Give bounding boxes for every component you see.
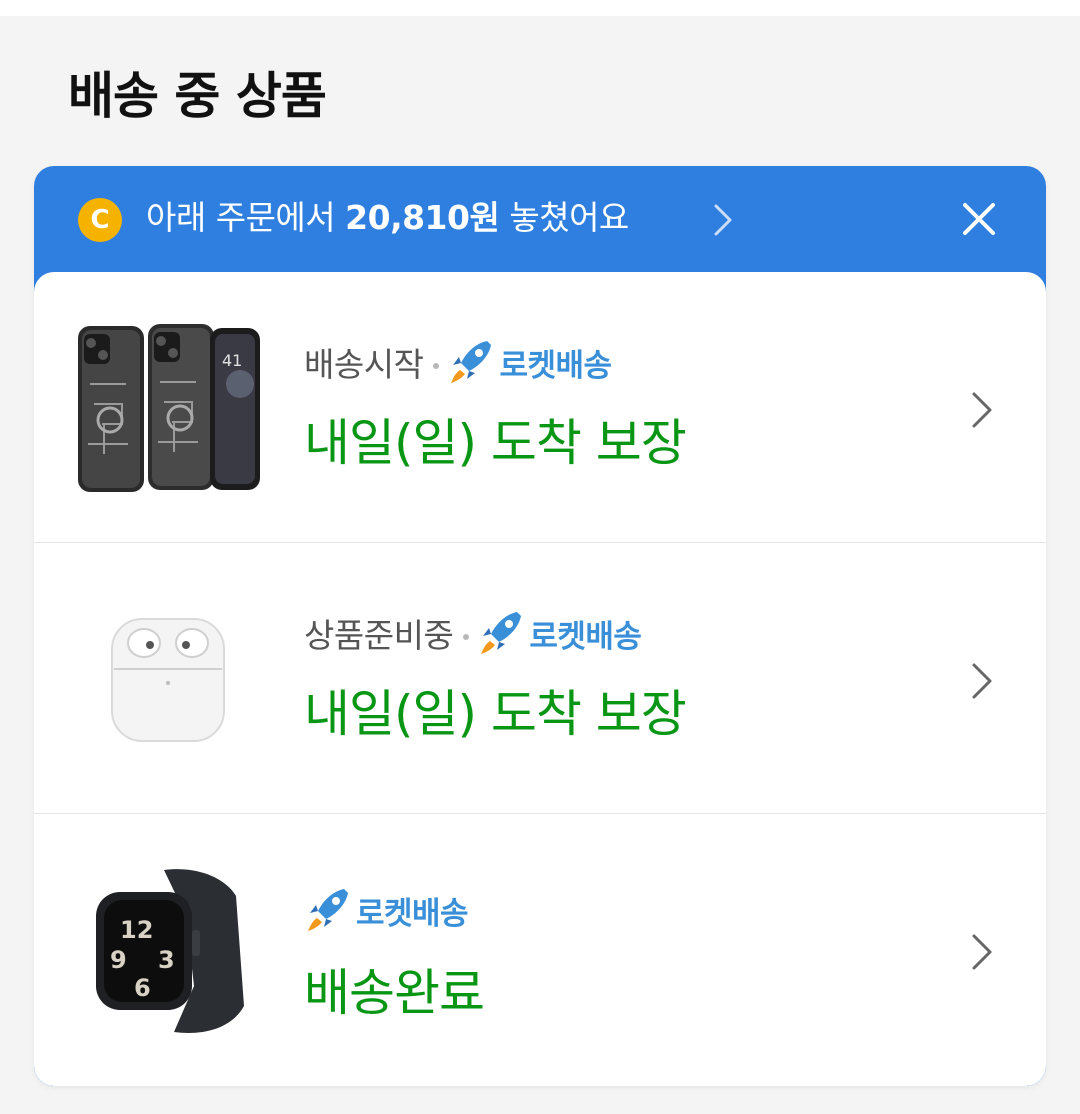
chevron-right-icon [714,204,732,236]
svg-text:6: 6 [134,974,151,1002]
rocket-delivery-label: 로켓배송 [499,347,612,384]
chevron-right-icon [972,392,992,428]
missed-savings-text: 아래 주문에서 20,810원 놓쳤어요 [146,198,629,237]
rocket-icon [451,341,492,383]
phone-case-thumbnail: 41 [78,324,260,492]
top-strip [0,0,1080,16]
rocket-delivery-label: 로켓배송 [529,618,642,655]
separator-dot [463,634,470,640]
order-item[interactable]: 상품준비중 로켓배송 내일(일) 도착 보장 [34,543,1046,813]
arrival-guarantee: 내일(일) 도착 보장 [304,414,687,472]
close-icon[interactable] [958,198,1000,240]
rocket-icon [481,612,522,654]
chevron-right-icon [972,934,992,970]
order-item[interactable]: 12 9 3 6 로켓배송 배송완료 [34,814,1046,1086]
shipping-card: C 아래 주문에서 20,810원 놓쳤어요 41 배송시작 로켓배송 내일(일… [34,166,1046,1086]
svg-text:3: 3 [158,946,175,974]
svg-text:9: 9 [110,946,127,974]
delivery-status-line: 로켓배송 [304,884,469,936]
chevron-right-icon [972,663,992,699]
svg-text:12: 12 [120,916,153,944]
delivery-complete-status: 배송완료 [304,964,485,1022]
rocket-icon [308,889,348,931]
smartwatch-thumbnail: 12 9 3 6 [96,869,244,1033]
coin-icon: C [78,198,122,242]
rocket-delivery-label: 로켓배송 [356,895,469,932]
delivery-status-line: 상품준비중 로켓배송 [304,607,642,659]
order-status: 상품준비중 [304,616,454,655]
order-status: 배송시작 [304,345,424,384]
section-title: 배송 중 상품 [68,67,327,125]
order-list: 41 배송시작 로켓배송 내일(일) 도착 보장 상품준비중 로켓배송 내일(일… [34,272,1046,1086]
order-item[interactable]: 41 배송시작 로켓배송 내일(일) 도착 보장 [34,272,1046,542]
svg-text:41: 41 [222,351,242,370]
arrival-guarantee: 내일(일) 도착 보장 [304,685,687,743]
delivery-status-line: 배송시작 로켓배송 [304,336,612,388]
missed-savings-banner[interactable]: C 아래 주문에서 20,810원 놓쳤어요 [34,166,1046,272]
missed-amount: 20,810원 [345,198,500,237]
earbuds-case-thumbnail [111,618,225,742]
separator-dot [433,363,440,369]
